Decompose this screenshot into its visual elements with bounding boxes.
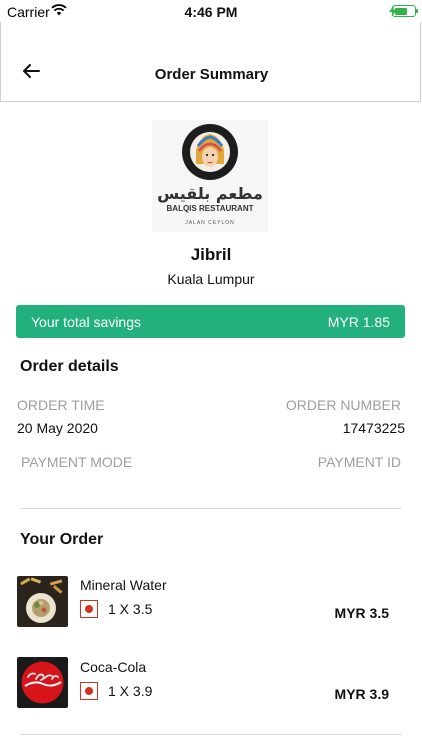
order-time-label: ORDER TIME <box>17 397 105 413</box>
item-price: MYR 3.9 <box>334 686 389 702</box>
page-title: Order Summary <box>154 66 269 83</box>
battery-cap <box>416 9 418 13</box>
item-name: Coca-Cola <box>80 659 147 675</box>
logo-arabic-text: مطعم بلقيس <box>157 184 263 203</box>
order-number-label: ORDER NUMBER <box>285 397 401 413</box>
savings-value: MYR 1.85 <box>327 314 390 330</box>
logo-emblem <box>182 124 238 180</box>
restaurant-logo: مطعم بلقيس BALQIS RESTAURANT JALAN CEYLO… <box>152 120 268 232</box>
order-time-value: 20 May 2020 <box>17 420 98 436</box>
savings-banner: Your total savings MYR 1.85 <box>16 305 405 338</box>
item-name: Mineral Water <box>80 577 167 593</box>
mineral-water-image <box>17 576 68 627</box>
order-number-value: 17473225 <box>342 420 405 436</box>
section-divider <box>20 508 402 509</box>
restaurant-name: Jibril <box>190 245 232 264</box>
savings-label: Your total savings <box>31 314 141 330</box>
coca-cola-image <box>17 657 68 708</box>
order-details-title: Order details <box>20 358 119 375</box>
payment-mode-label: PAYMENT MODE <box>21 454 133 470</box>
payment-id-label: PAYMENT ID <box>317 454 401 470</box>
clock: 4:46 PM <box>184 4 238 20</box>
restaurant-location: Kuala Lumpur <box>167 271 255 287</box>
veg-indicator-icon <box>80 600 98 618</box>
item-quantity: 1 X 3.9 <box>108 683 153 699</box>
veg-indicator-icon <box>80 682 98 700</box>
logo-tagline: JALAN CEYLON <box>185 220 235 226</box>
battery-icon <box>392 5 416 17</box>
your-order-title: Your Order <box>20 531 104 548</box>
logo-english-text: BALQIS RESTAURANT <box>166 204 254 213</box>
navigation-bar: Order Summary <box>0 22 421 102</box>
battery-level <box>394 7 408 15</box>
section-divider <box>20 734 402 735</box>
item-price: MYR 3.5 <box>334 605 389 621</box>
status-bar: Carrier 4:46 PM <box>0 0 422 22</box>
item-quantity: 1 X 3.5 <box>108 601 153 617</box>
